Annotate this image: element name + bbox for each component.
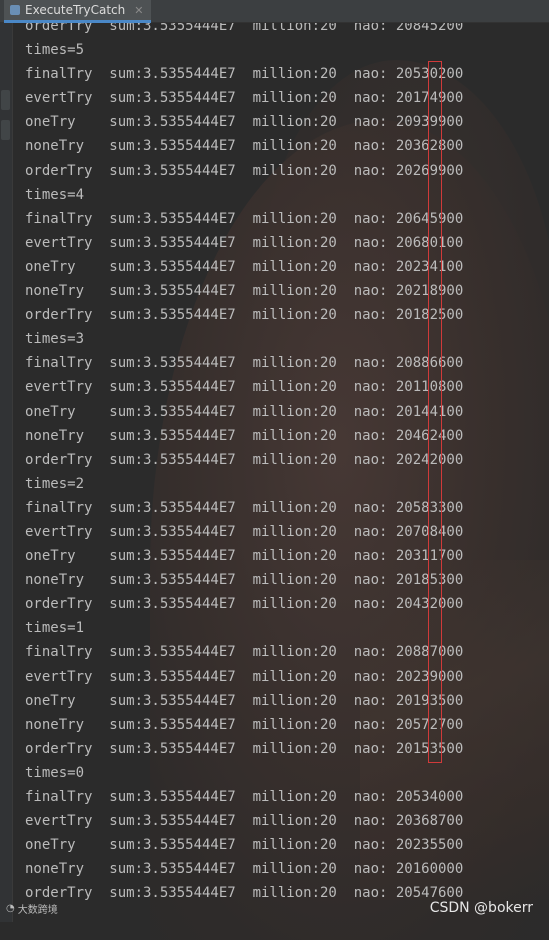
console-line: times=0	[25, 764, 85, 781]
console-line: times=2	[25, 475, 85, 492]
console-line: orderTry sum:3.5355444E7 million:20 nao:…	[25, 451, 464, 468]
console-line: noneTry sum:3.5355444E7 million:20 nao: …	[25, 283, 464, 300]
console-line: noneTry sum:3.5355444E7 million:20 nao: …	[25, 716, 464, 733]
console-line: evertTry sum:3.5355444E7 million:20 nao:…	[25, 379, 464, 396]
console-line: oneTry sum:3.5355444E7 million:20 nao: 2…	[25, 403, 464, 420]
watermark-left-text: 大数跨境	[17, 905, 58, 916]
console-line: finalTry sum:3.5355444E7 million:20 nao:…	[25, 66, 464, 83]
console-line: evertTry sum:3.5355444E7 million:20 nao:…	[25, 813, 464, 830]
console-line: orderTry sum:3.5355444E7 million:20 nao:…	[25, 307, 464, 324]
console-line: evertTry sum:3.5355444E7 million:20 nao:…	[25, 523, 464, 540]
run-config-icon	[10, 5, 20, 15]
console-line: oneTry sum:3.5355444E7 million:20 nao: 2…	[25, 692, 464, 709]
brand-logo-icon: ◔	[6, 903, 15, 914]
console-line: times=5	[25, 42, 85, 59]
console-line: evertTry sum:3.5355444E7 million:20 nao:…	[25, 90, 464, 107]
watermark: CSDN @bokerr	[429, 900, 533, 916]
console-line: oneTry sum:3.5355444E7 million:20 nao: 2…	[25, 258, 464, 275]
tab-label: ExecuteTryCatch	[25, 3, 126, 17]
console-line: orderTry sum:3.5355444E7 million:20 nao:…	[25, 740, 464, 757]
close-icon[interactable]: ✕	[134, 4, 143, 17]
console-line: noneTry sum:3.5355444E7 million:20 nao: …	[25, 861, 464, 878]
console-line: orderTry sum:3.5355444E7 million:20 nao:…	[25, 885, 464, 902]
console-line: times=3	[25, 331, 85, 348]
console-line: times=4	[25, 186, 85, 203]
console-line: noneTry sum:3.5355444E7 million:20 nao: …	[25, 138, 464, 155]
console-line: evertTry sum:3.5355444E7 million:20 nao:…	[25, 668, 464, 685]
console-line: evertTry sum:3.5355444E7 million:20 nao:…	[25, 234, 464, 251]
tab-execute-try-catch[interactable]: ExecuteTryCatch ✕	[4, 0, 152, 23]
console-line: finalTry sum:3.5355444E7 million:20 nao:…	[25, 789, 464, 805]
gutter-toolbar-button[interactable]	[1, 90, 10, 110]
watermark-left: ◔ 大数跨境	[6, 901, 58, 916]
console-line: times=1	[25, 620, 85, 637]
console-gutter	[0, 22, 13, 922]
console-line: finalTry sum:3.5355444E7 million:20 nao:…	[25, 210, 464, 227]
console-line: orderTry sum:3.5355444E7 million:20 nao:…	[25, 596, 464, 613]
console-line: oneTry sum:3.5355444E7 million:20 nao: 2…	[25, 548, 464, 565]
console-line: noneTry sum:3.5355444E7 million:20 nao: …	[25, 427, 464, 444]
console-line: finalTry sum:3.5355444E7 million:20 nao:…	[25, 355, 464, 372]
console-line: oneTry sum:3.5355444E7 million:20 nao: 2…	[25, 114, 464, 131]
console-line: finalTry sum:3.5355444E7 million:20 nao:…	[25, 644, 464, 661]
gutter-toolbar-button[interactable]	[1, 120, 10, 140]
tab-bar: ExecuteTryCatch ✕	[0, 0, 549, 23]
console-line: oneTry sum:3.5355444E7 million:20 nao: 2…	[25, 837, 464, 854]
digit-highlight-box	[428, 61, 442, 763]
console-output[interactable]: orderTry sum:3.5355444E7 million:20 nao:…	[25, 14, 463, 905]
console-line: noneTry sum:3.5355444E7 million:20 nao: …	[25, 572, 464, 589]
console-line: orderTry sum:3.5355444E7 million:20 nao:…	[25, 162, 464, 179]
console-line: finalTry sum:3.5355444E7 million:20 nao:…	[25, 499, 464, 516]
